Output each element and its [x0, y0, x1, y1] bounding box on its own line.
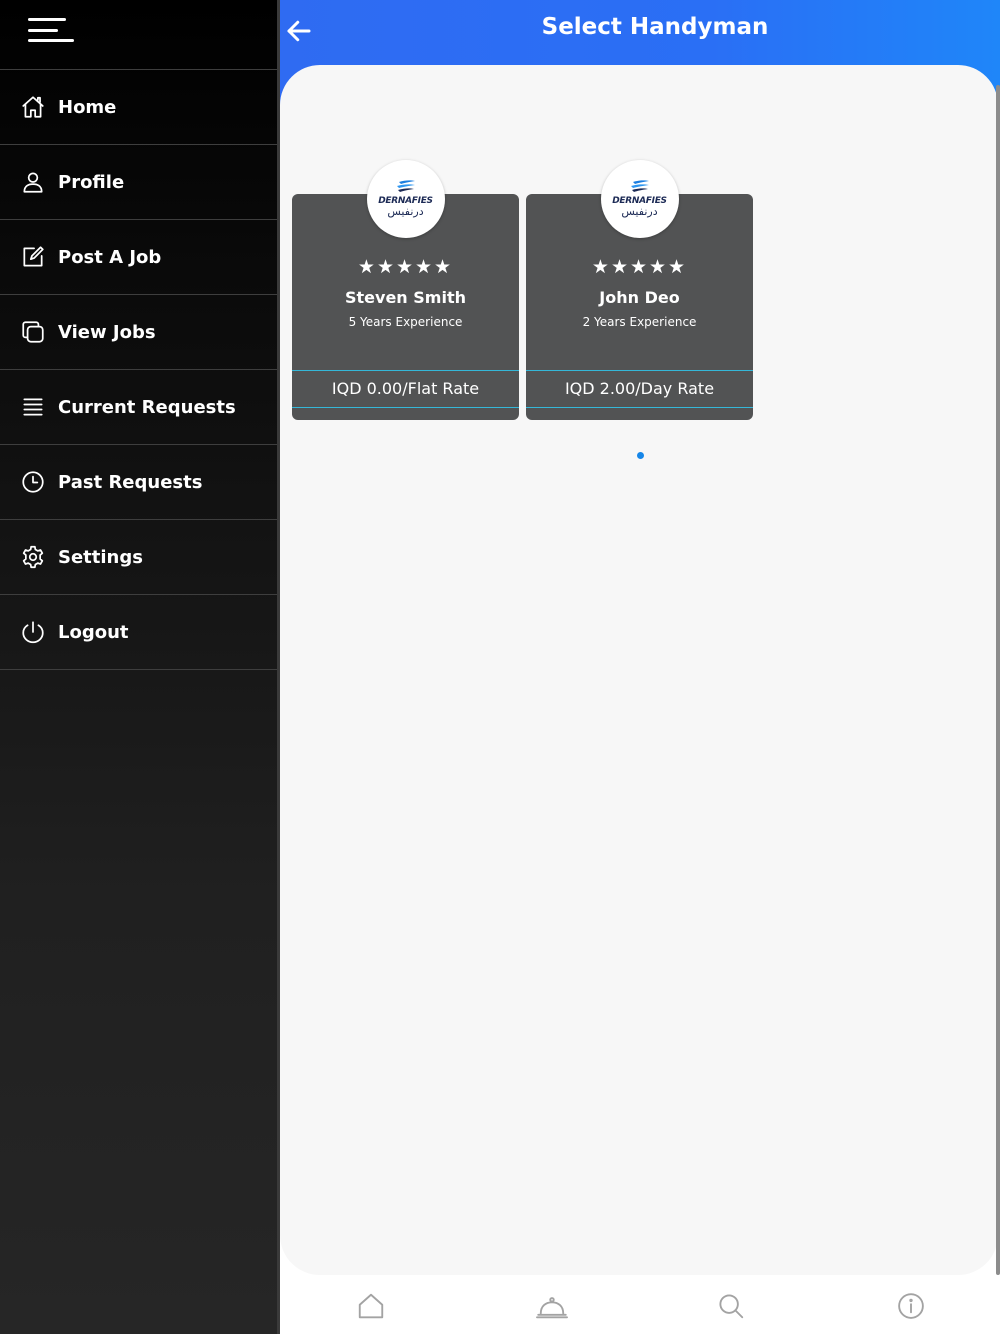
menu-item-label: Post A Job: [58, 246, 162, 268]
hamburger-menu-icon[interactable]: [28, 18, 74, 44]
handyman-list: DERNAFIES درنفيس ★★★★★ Steven Smith 5 Ye…: [280, 65, 998, 1275]
menu-item-home[interactable]: Home: [0, 70, 277, 145]
info-icon[interactable]: [896, 1291, 926, 1321]
gear-icon: [20, 544, 46, 570]
menu-item-label: View Jobs: [58, 321, 156, 343]
logo-swoosh-icon: [630, 180, 649, 192]
bottom-nav: [280, 1275, 998, 1334]
copy-icon: [20, 319, 46, 345]
scrollbar[interactable]: [996, 85, 1000, 1275]
handyman-card[interactable]: DERNAFIES درنفيس ★★★★★ Steven Smith 5 Ye…: [292, 160, 519, 420]
edit-icon: [20, 244, 46, 270]
user-icon: [20, 169, 46, 195]
menu-item-current-requests[interactable]: Current Requests: [0, 370, 277, 445]
side-drawer: Home Profile Post A Job View Jobs Curren…: [0, 0, 280, 1334]
logo-swoosh-icon: [396, 180, 415, 192]
menu-item-label: Settings: [58, 546, 143, 568]
search-icon[interactable]: [716, 1291, 746, 1321]
company-logo: DERNAFIES درنفيس: [600, 160, 679, 238]
company-logo: DERNAFIES درنفيس: [366, 160, 445, 238]
menu-item-label: Logout: [58, 621, 129, 643]
menu-item-profile[interactable]: Profile: [0, 145, 277, 220]
clock-icon: [20, 469, 46, 495]
menu-item-settings[interactable]: Settings: [0, 520, 277, 595]
handyman-card[interactable]: DERNAFIES درنفيس ★★★★★ John Deo 2 Years …: [526, 160, 753, 420]
handyman-name: John Deo: [599, 288, 680, 307]
service-bell-icon[interactable]: [534, 1291, 570, 1321]
menu-item-view-jobs[interactable]: View Jobs: [0, 295, 277, 370]
rating-stars: ★★★★★: [357, 256, 454, 278]
home-icon: [20, 94, 46, 120]
handyman-rate: IQD 0.00/Flat Rate: [292, 370, 519, 408]
pager-dot[interactable]: [637, 452, 644, 459]
page-title: Select Handyman: [541, 14, 769, 40]
menu-item-label: Past Requests: [58, 471, 203, 493]
handyman-name: Steven Smith: [345, 288, 466, 307]
logo-text-arabic: درنفيس: [621, 205, 658, 218]
handyman-experience: 5 Years Experience: [348, 315, 463, 329]
list-icon: [20, 394, 46, 420]
menu-item-label: Current Requests: [58, 396, 236, 418]
logo-text-arabic: درنفيس: [387, 205, 424, 218]
home-icon[interactable]: [356, 1291, 386, 1321]
menu-item-post-a-job[interactable]: Post A Job: [0, 220, 277, 295]
main-screen: Select Handyman DERNAFIES درنفيس ★★★★★ S…: [280, 0, 1000, 1334]
handyman-experience: 2 Years Experience: [582, 315, 697, 329]
menu-item-past-requests[interactable]: Past Requests: [0, 445, 277, 520]
handyman-rate: IQD 2.00/Day Rate: [526, 370, 753, 408]
rating-stars: ★★★★★: [591, 256, 688, 278]
drawer-header: [0, 0, 277, 70]
menu-item-logout[interactable]: Logout: [0, 595, 277, 670]
menu-item-label: Profile: [58, 171, 125, 193]
menu-item-label: Home: [58, 96, 117, 118]
power-icon: [20, 619, 46, 645]
